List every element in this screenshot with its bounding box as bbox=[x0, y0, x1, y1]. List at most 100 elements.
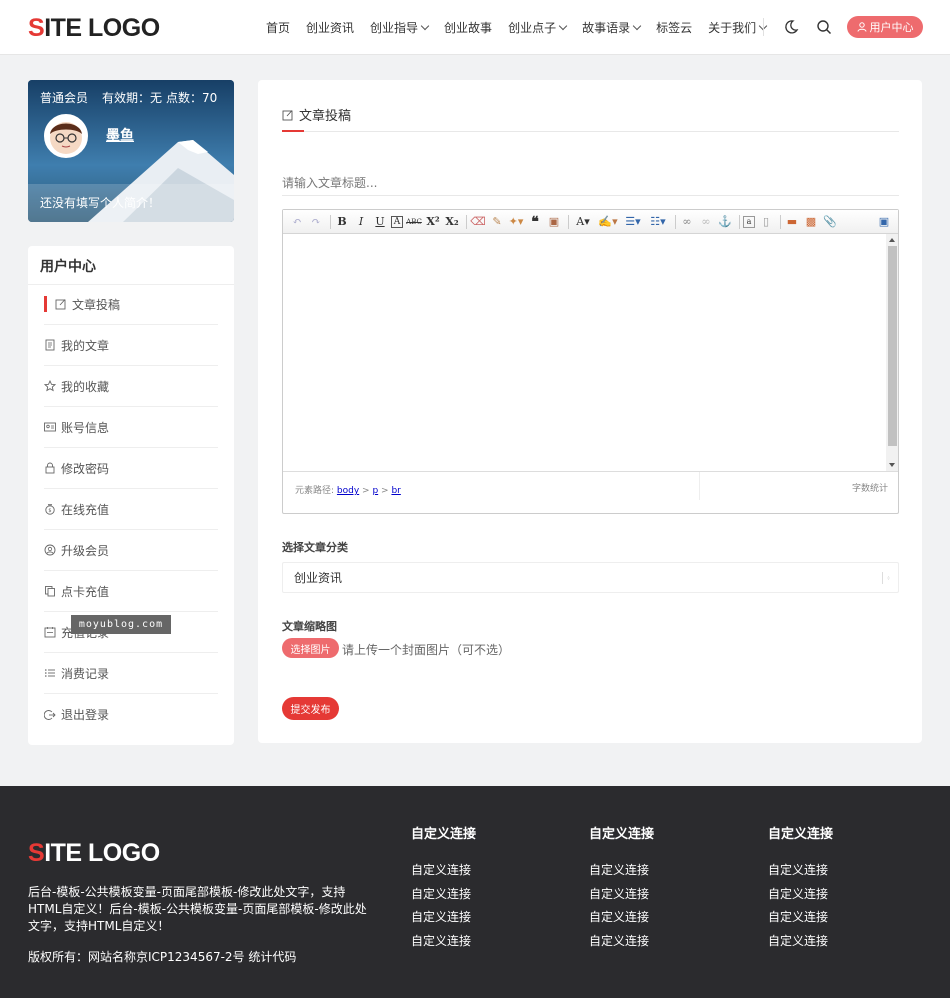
footer-column-title: 自定义连接 bbox=[411, 827, 477, 842]
edit-icon bbox=[55, 299, 66, 310]
scroll-down-arrow[interactable] bbox=[889, 463, 895, 467]
logout-icon bbox=[44, 709, 56, 720]
paste-plain-icon[interactable]: ▣ bbox=[546, 214, 562, 230]
insert-image-icon[interactable]: ▬ bbox=[784, 214, 800, 230]
footer-link[interactable]: 自定义连接 bbox=[411, 859, 476, 883]
category-label: 选择文章分类 bbox=[282, 541, 348, 554]
page-icon[interactable]: ▯ bbox=[758, 214, 774, 230]
category-select[interactable]: 创业资讯 bbox=[282, 562, 899, 593]
underline-icon[interactable]: U bbox=[372, 214, 388, 230]
font-border-icon[interactable]: A bbox=[391, 215, 403, 228]
footer-link[interactable]: 自定义连接 bbox=[589, 883, 654, 907]
link-icon[interactable]: ∞ bbox=[679, 214, 695, 230]
subscript-icon[interactable]: X₂ bbox=[444, 214, 460, 230]
header-divider bbox=[763, 18, 764, 36]
italic-icon[interactable]: I bbox=[353, 214, 369, 230]
site-logo[interactable]: SITE LOGO bbox=[28, 13, 160, 43]
undo-icon[interactable]: ↶ bbox=[289, 214, 305, 230]
toolbar-separator bbox=[739, 214, 740, 229]
choose-image-hint: 请上传一个封面图片（可不选） bbox=[342, 643, 511, 657]
avatar[interactable] bbox=[44, 114, 88, 158]
superscript-icon[interactable]: X² bbox=[425, 214, 441, 230]
user-center-button[interactable]: 用户中心 bbox=[847, 16, 923, 38]
format-brush-icon[interactable]: ✎ bbox=[489, 214, 505, 230]
path-br-link[interactable]: br bbox=[391, 486, 400, 496]
nav-item-tags[interactable]: 标签云 bbox=[656, 18, 692, 38]
nav-item-home[interactable]: 首页 bbox=[266, 18, 290, 38]
footer-link[interactable]: 自定义连接 bbox=[411, 906, 476, 930]
menu-item-online-recharge[interactable]: $ 在线充值 bbox=[44, 489, 218, 530]
background-color-icon[interactable]: ✍▾ bbox=[597, 214, 619, 230]
menu-item-spending-records[interactable]: 消费记录 bbox=[44, 653, 218, 694]
eraser-icon[interactable]: ⌫ bbox=[470, 214, 486, 230]
multi-image-icon[interactable]: ▩ bbox=[803, 214, 819, 230]
article-title-input[interactable] bbox=[282, 170, 899, 196]
toolbar-separator bbox=[780, 214, 781, 229]
member-points: 点数：70 bbox=[166, 91, 218, 105]
nav-item-guide[interactable]: 创业指导 bbox=[370, 18, 430, 38]
divider bbox=[699, 472, 700, 500]
redo-icon[interactable]: ↷ bbox=[308, 214, 324, 230]
unlink-icon[interactable]: ∞ bbox=[698, 214, 714, 230]
insert-text-icon[interactable]: a bbox=[743, 215, 755, 228]
editor-scrollbar[interactable] bbox=[886, 234, 898, 471]
footer-description: 后台-模板-公共模板变量-页面尾部模板-修改此处文字，支持HTML自定义！后台-… bbox=[28, 885, 367, 933]
toolbar-separator bbox=[466, 214, 467, 229]
lock-icon bbox=[45, 462, 55, 474]
scroll-thumb[interactable] bbox=[888, 246, 897, 446]
footer-link[interactable]: 自定义连接 bbox=[589, 859, 654, 883]
menu-item-submit-article[interactable]: 文章投稿 bbox=[44, 284, 218, 325]
menu-item-logout[interactable]: 退出登录 bbox=[44, 694, 218, 735]
main-nav: 首页 创业资讯 创业指导 创业故事 创业点子 故事语录 标签云 关于我们 bbox=[266, 18, 782, 38]
footer-link[interactable]: 自定义连接 bbox=[411, 883, 476, 907]
footer-link[interactable]: 自定义连接 bbox=[768, 859, 833, 883]
fullscreen-icon[interactable]: ▣ bbox=[876, 214, 892, 230]
anchor-icon[interactable]: ⚓ bbox=[717, 214, 733, 230]
footer-link[interactable]: 自定义连接 bbox=[589, 906, 654, 930]
scroll-up-arrow[interactable] bbox=[889, 238, 895, 242]
select-arrows-icon bbox=[882, 572, 890, 584]
footer-link[interactable]: 自定义连接 bbox=[768, 930, 833, 954]
menu-item-my-articles[interactable]: 我的文章 bbox=[44, 325, 218, 366]
svg-text:$: $ bbox=[48, 508, 51, 514]
attachment-icon[interactable]: 📎 bbox=[822, 214, 838, 230]
thumbnail-label: 文章缩略图 bbox=[282, 620, 337, 633]
choose-image-button[interactable]: 选择图片 bbox=[282, 638, 339, 658]
nav-item-quotes[interactable]: 故事语录 bbox=[582, 18, 642, 38]
search-icon[interactable] bbox=[816, 19, 832, 35]
strikethrough-icon[interactable]: ABC bbox=[406, 214, 422, 230]
footer-link[interactable]: 自定义连接 bbox=[411, 930, 476, 954]
element-path: 元素路径: body > p > br bbox=[295, 486, 401, 496]
editor-content-area[interactable] bbox=[283, 234, 886, 471]
footer-column: 自定义连接 自定义连接 自定义连接 自定义连接 自定义连接 bbox=[589, 823, 654, 953]
moon-icon[interactable] bbox=[783, 19, 799, 35]
site-footer: SITE LOGO 后台-模板-公共模板变量-页面尾部模板-修改此处文字，支持H… bbox=[0, 786, 950, 998]
nav-item-ideas[interactable]: 创业点子 bbox=[508, 18, 568, 38]
member-validity: 有效期：无 bbox=[102, 91, 163, 105]
unordered-list-icon[interactable]: ☷▾ bbox=[647, 214, 669, 230]
bold-icon[interactable]: B bbox=[334, 214, 350, 230]
nav-item-news[interactable]: 创业资讯 bbox=[306, 18, 354, 38]
path-body-link[interactable]: body bbox=[337, 486, 359, 496]
menu-item-upgrade-member[interactable]: 升级会员 bbox=[44, 530, 218, 571]
blockquote-icon[interactable]: ❝ bbox=[527, 214, 543, 230]
menu-item-favorites[interactable]: 我的收藏 bbox=[44, 366, 218, 407]
font-color-icon[interactable]: A▾ bbox=[572, 214, 594, 230]
footer-logo[interactable]: SITE LOGO bbox=[28, 839, 160, 868]
menu-item-card-recharge[interactable]: 点卡充值 bbox=[44, 571, 218, 612]
nav-item-stories[interactable]: 创业故事 bbox=[444, 18, 492, 38]
menu-item-change-password[interactable]: 修改密码 bbox=[44, 448, 218, 489]
submit-publish-button[interactable]: 提交发布 bbox=[282, 697, 339, 720]
footer-link[interactable]: 自定义连接 bbox=[589, 930, 654, 954]
menu-item-account-info[interactable]: 账号信息 bbox=[44, 407, 218, 448]
chevron-down-icon bbox=[558, 21, 568, 31]
profile-username[interactable]: 墨鱼 bbox=[106, 125, 134, 145]
footer-copyright: 版权所有：网站名称京ICP1234567-2号 统计代码 bbox=[28, 950, 297, 964]
path-p-link[interactable]: p bbox=[372, 486, 378, 496]
rich-text-editor: ↶ ↷ B I U A ABC X² X₂ ⌫ ✎ ✦▾ ❝ ▣ A▾ ✍▾ ☰… bbox=[282, 209, 899, 514]
footer-link[interactable]: 自定义连接 bbox=[768, 906, 833, 930]
nav-item-about[interactable]: 关于我们 bbox=[708, 18, 768, 38]
auto-format-icon[interactable]: ✦▾ bbox=[508, 214, 524, 230]
ordered-list-icon[interactable]: ☰▾ bbox=[622, 214, 644, 230]
footer-link[interactable]: 自定义连接 bbox=[768, 883, 833, 907]
